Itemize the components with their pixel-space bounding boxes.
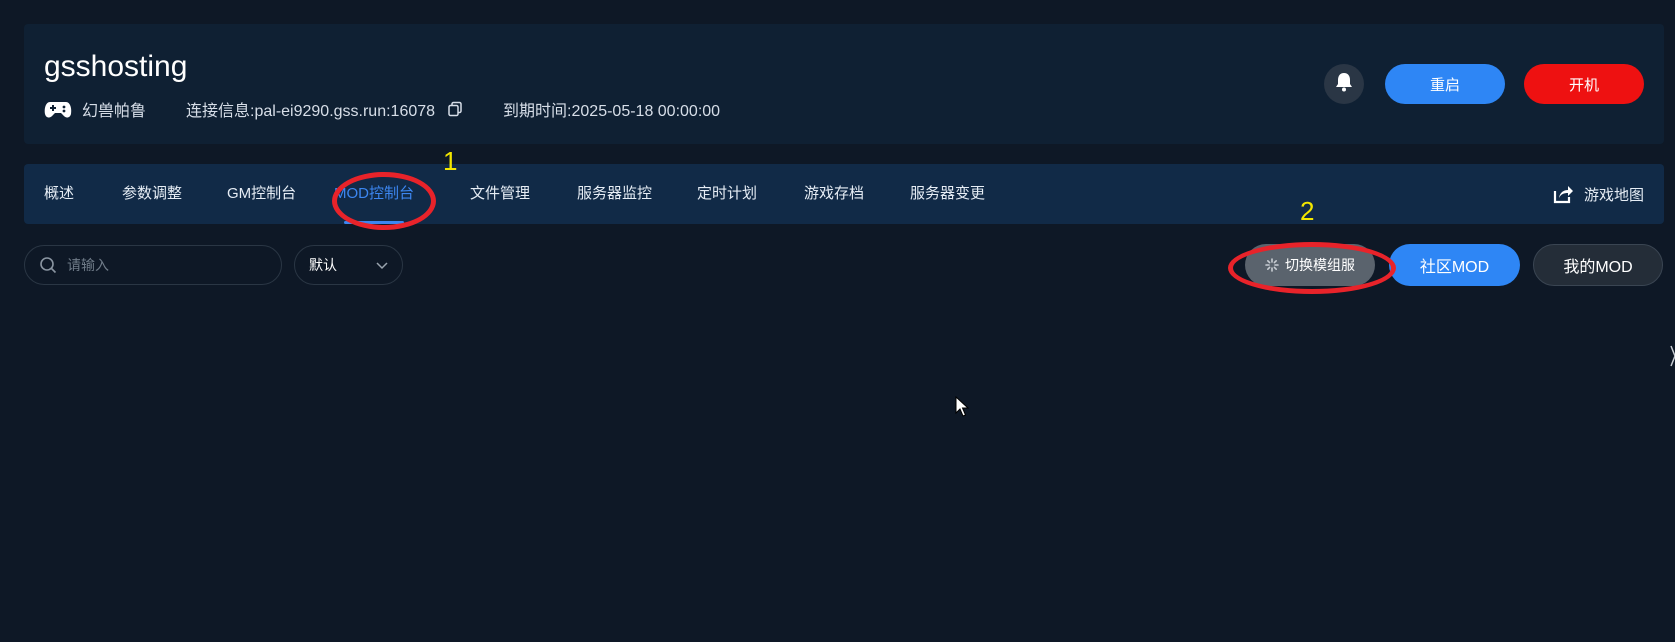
edge-marker-icon: [1670, 344, 1675, 368]
start-button[interactable]: 开机: [1524, 64, 1644, 104]
restart-button[interactable]: 重启: [1385, 64, 1505, 104]
share-icon: [1552, 184, 1574, 204]
tab-server-monitor[interactable]: 服务器监控: [577, 164, 652, 224]
server-name: gsshosting: [44, 50, 188, 83]
tab-file-manager[interactable]: 文件管理: [470, 164, 530, 224]
tab-game-saves[interactable]: 游戏存档: [804, 164, 864, 224]
game-map-label: 游戏地图: [1583, 186, 1644, 204]
my-mod-button[interactable]: 我的MOD: [1533, 244, 1663, 286]
switch-mod-server-button[interactable]: 切换模组服: [1245, 244, 1375, 286]
tab-bar: 概述 参数调整 GM控制台 MOD控制台 文件管理 服务器监控 定时计划 游戏存…: [24, 164, 1664, 224]
annotation-number-2: 2: [1300, 196, 1315, 226]
chevron-down-icon: [376, 257, 388, 273]
game-name: 幻兽帕鲁: [82, 103, 147, 120]
switch-mod-server-label: 切换模组服: [1285, 257, 1355, 273]
notification-button[interactable]: [1324, 64, 1364, 104]
mouse-cursor-icon: [955, 395, 970, 418]
search-field[interactable]: [24, 245, 282, 285]
gamepad-icon: [44, 98, 72, 120]
loading-spinner-icon: [1265, 258, 1279, 272]
sort-select-value: 默认: [309, 257, 337, 273]
connection-info: 连接信息:pal-ei9290.gss.run:16078: [186, 103, 436, 120]
tab-mod-console[interactable]: MOD控制台: [334, 164, 414, 224]
tab-overview[interactable]: 概述: [44, 164, 74, 224]
bell-icon: [1335, 72, 1353, 97]
server-header: gsshosting 幻兽帕鲁 连接信息:pal-ei9290.gss.run:…: [24, 24, 1664, 144]
tab-parameters[interactable]: 参数调整: [122, 164, 182, 224]
search-input[interactable]: [65, 256, 269, 274]
server-info-row: 幻兽帕鲁 连接信息:pal-ei9290.gss.run:16078 到期时间:…: [44, 98, 720, 120]
search-icon: [39, 256, 57, 274]
game-map-link[interactable]: 游戏地图: [1552, 164, 1644, 224]
tab-gm-console[interactable]: GM控制台: [227, 164, 296, 224]
community-mod-button[interactable]: 社区MOD: [1389, 244, 1520, 286]
annotation-number-1: 1: [443, 146, 458, 176]
sort-select[interactable]: 默认: [294, 245, 403, 285]
tab-server-change[interactable]: 服务器变更: [910, 164, 985, 224]
expiry-info: 到期时间:2025-05-18 00:00:00: [503, 103, 721, 120]
copy-icon[interactable]: [447, 101, 463, 117]
tab-scheduled-tasks[interactable]: 定时计划: [697, 164, 757, 224]
